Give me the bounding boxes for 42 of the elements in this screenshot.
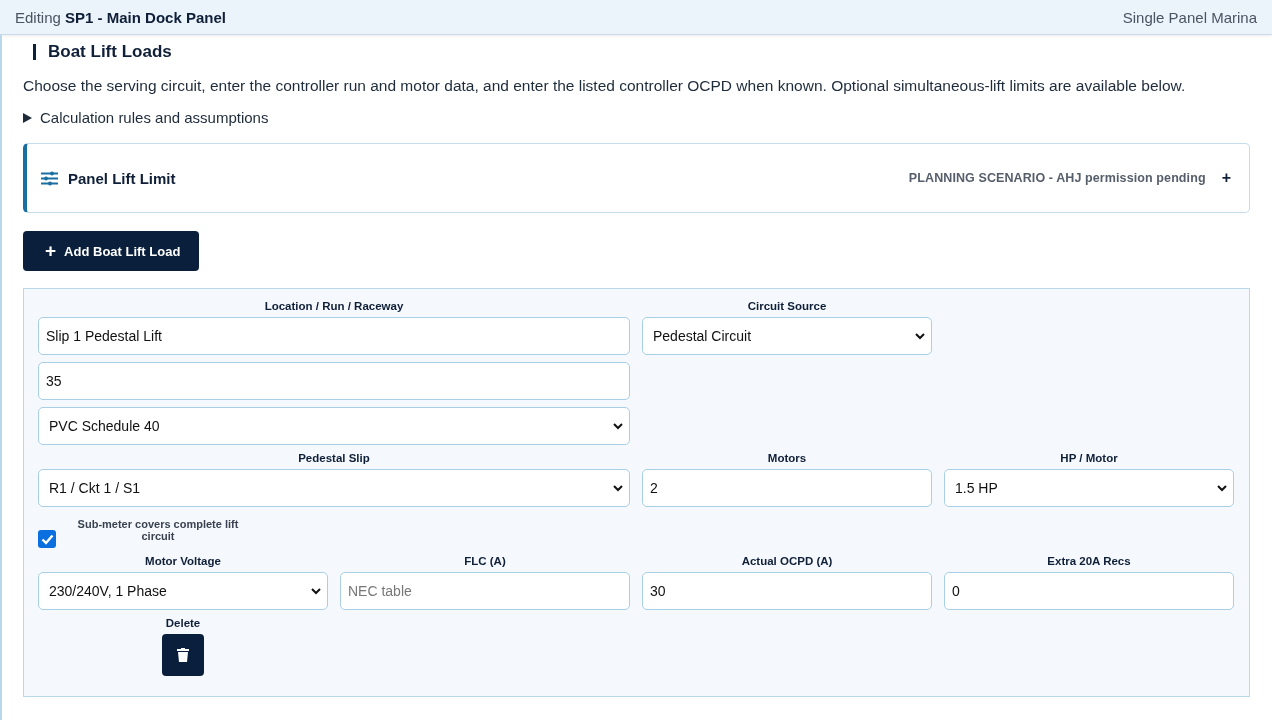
field-label: Motors (766, 452, 808, 464)
dropdown[interactable]: 230/240V, 1 Phase (38, 572, 328, 610)
checkbox[interactable] (38, 530, 56, 548)
field-label: FLC (A) (463, 555, 507, 567)
section-description: Choose the serving circuit, enter the controller run and motor data, and enter the listed controller OCPD when known. Optional simultaneous-lift limits are available below. (23, 76, 1186, 95)
chevron-down-icon (311, 587, 321, 595)
dropdown[interactable]: Pedestal Circuit (642, 317, 932, 355)
limit-panel-header[interactable]: Panel Lift Limit PLANNING SCENARIO - AHJ permission pending + (23, 143, 1250, 213)
chevron-down-icon (613, 484, 623, 492)
field-label: Circuit Source (746, 300, 828, 312)
checkbox-label: Sub-meter covers complete lift circuit (76, 518, 240, 542)
scenario-status: PLANNING SCENARIO - AHJ permission pending (908, 171, 1206, 185)
input-field[interactable]: NEC table (340, 572, 630, 610)
input-field[interactable]: 35 (38, 362, 630, 400)
dropdown[interactable]: PVC Schedule 40 (38, 407, 630, 445)
project-name: Single Panel Marina (1122, 8, 1257, 26)
input-field[interactable]: 30 (642, 572, 932, 610)
limit-panel-title: Panel Lift Limit (68, 169, 176, 187)
chevron-down-icon (915, 332, 925, 340)
caret-icon (23, 112, 32, 123)
chevron-down-icon (613, 422, 623, 430)
field-label: Location / Run / Raceway (263, 300, 405, 312)
section-heading: Boat Lift Loads (48, 42, 172, 62)
delete-button[interactable] (162, 634, 204, 676)
input-field[interactable]: 0 (944, 572, 1234, 610)
dropdown[interactable]: R1 / Ckt 1 / S1 (38, 469, 630, 507)
field-label: Extra 20A Recs (1046, 555, 1132, 567)
input-field[interactable]: 2 (642, 469, 932, 507)
field-label: Actual OCPD (A) (740, 555, 834, 567)
sliders-icon (41, 170, 58, 186)
editing-title: Editing SP1 - Main Dock Panel (15, 8, 226, 26)
add-load-button[interactable]: + Add Boat Lift Load (23, 231, 200, 271)
chevron-down-icon (1217, 484, 1227, 492)
trash-icon (177, 648, 189, 662)
dropdown[interactable]: 1.5 HP (944, 469, 1234, 507)
input-field[interactable]: Slip 1 Pedestal Lift (38, 317, 630, 355)
field-label: Delete (165, 617, 201, 629)
disclosure-toggle[interactable]: Calculation rules and assumptions (23, 109, 269, 126)
field-label: Pedestal Slip (297, 452, 371, 464)
field-label: Motor Voltage (144, 555, 222, 567)
expand-toggle[interactable]: + (1217, 169, 1235, 187)
field-label: HP / Motor (1059, 452, 1119, 464)
